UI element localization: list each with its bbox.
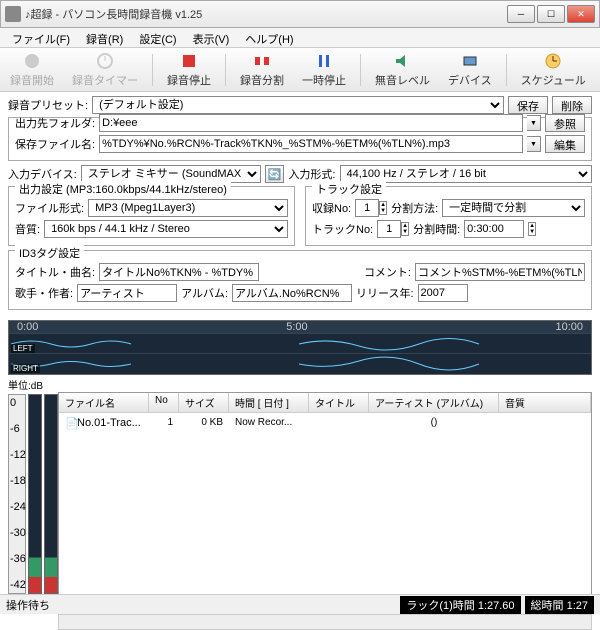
status-text: 操作待ち — [6, 597, 50, 613]
waveform-display[interactable]: 0:00 5:00 10:00 LEFT RIGHT — [8, 320, 592, 375]
id3-year-input[interactable] — [418, 284, 468, 302]
col-time[interactable]: 時間 [ 日付 ] — [229, 393, 309, 412]
col-artist[interactable]: アーティスト (アルバム) — [369, 393, 499, 412]
status-track-time: ラック(1)時間 1:27.60 — [400, 596, 520, 614]
filename-label: 保存ファイル名: — [15, 136, 95, 152]
meter-scale: 0-6-12-18-24-30-36-42 — [8, 394, 26, 594]
split-time-input[interactable] — [464, 220, 524, 238]
rec-no-input[interactable] — [355, 199, 379, 217]
toolbar: 録音開始 録音タイマー 録音停止 録音分割 一時停止 無音レベル デバイス スケ… — [0, 48, 600, 92]
edit-button[interactable]: 編集 — [545, 135, 585, 153]
browse-button[interactable]: 参照 — [545, 114, 585, 132]
split-icon — [252, 51, 272, 71]
silence-icon — [393, 51, 413, 71]
col-title[interactable]: タイトル — [309, 393, 369, 412]
id3-artist-label: 歌手・作者: — [15, 285, 73, 301]
menu-settings[interactable]: 設定(C) — [131, 28, 184, 47]
file-format-label: ファイル形式: — [15, 200, 84, 216]
close-button[interactable]: ✕ — [567, 5, 595, 23]
file-icon: 📄 — [65, 417, 77, 429]
rec-no-label: 収録No: — [312, 200, 351, 216]
split-button[interactable]: 録音分割 — [236, 49, 288, 90]
meter-bar-left — [28, 394, 42, 594]
id3-legend: ID3タグ設定 — [15, 245, 84, 261]
quality-label: 音質: — [15, 221, 40, 237]
app-icon — [5, 6, 21, 22]
title-bar: ♪超録 - パソコン長時間録音機 v1.25 ─ ☐ ✕ — [0, 0, 600, 28]
device-refresh-button[interactable]: 🔄 — [265, 165, 285, 183]
track-no-spinner[interactable]: ▲▼ — [401, 222, 409, 236]
waveform-left-icon — [9, 336, 589, 352]
maximize-button[interactable]: ☐ — [537, 5, 565, 23]
silence-button[interactable]: 無音レベル — [371, 49, 434, 90]
output-folder-input[interactable] — [99, 114, 523, 132]
file-table[interactable]: ファイル名 No サイズ 時間 [ 日付 ] タイトル アーティスト (アルバム… — [58, 392, 592, 612]
id3-album-input[interactable] — [232, 284, 352, 302]
pause-icon — [314, 51, 334, 71]
pause-button[interactable]: 一時停止 — [298, 49, 350, 90]
menu-view[interactable]: 表示(V) — [185, 28, 238, 47]
meter-bar-right — [44, 394, 58, 594]
stop-icon — [179, 51, 199, 71]
preset-select[interactable]: (デフォルト設定) — [92, 96, 504, 114]
window-title: ♪超録 - パソコン長時間録音機 v1.25 — [25, 6, 507, 22]
track-no-label: トラックNo: — [312, 221, 373, 237]
split-method-select[interactable]: 一定時間で分割 — [442, 199, 585, 217]
schedule-button[interactable]: スケジュール — [517, 49, 590, 90]
table-row[interactable]: 📄No.01-Trac... 1 0 KB Now Recor... () — [59, 413, 591, 433]
rec-no-spinner[interactable]: ▲▼ — [379, 201, 387, 215]
device-button[interactable]: デバイス — [444, 49, 496, 90]
filename-dropdown-icon[interactable]: ▼ — [527, 136, 541, 152]
status-total-time: 総時間 1:27 — [525, 596, 594, 614]
schedule-icon — [543, 51, 563, 71]
track-settings-legend: トラック設定 — [312, 181, 386, 197]
output-settings-legend: 出力設定 (MP3:160.0kbps/44.1kHz/stereo) — [15, 181, 231, 197]
track-no-input[interactable] — [377, 220, 401, 238]
col-no[interactable]: No — [149, 393, 179, 412]
quality-select[interactable]: 160k bps / 44.1 kHz / Stereo — [44, 220, 288, 238]
meter-unit-label: 単位:dB — [8, 377, 592, 392]
split-time-spinner[interactable]: ▲▼ — [528, 222, 536, 236]
input-device-label: 入力デバイス: — [8, 166, 77, 182]
input-format-label: 入力形式: — [288, 166, 335, 182]
id3-comment-input[interactable] — [415, 263, 585, 281]
level-meter: 0-6-12-18-24-30-36-42 L R — [8, 394, 58, 606]
preset-delete-button[interactable]: 削除 — [552, 96, 592, 114]
minimize-button[interactable]: ─ — [507, 5, 535, 23]
menu-record[interactable]: 録音(R) — [78, 28, 131, 47]
col-filename[interactable]: ファイル名 — [59, 393, 149, 412]
id3-title-label: タイトル・曲名: — [15, 264, 95, 280]
id3-title-input[interactable] — [99, 263, 259, 281]
rec-start-button[interactable]: 録音開始 — [6, 49, 58, 90]
channel-right-label: RIGHT — [11, 364, 40, 373]
preset-label: 録音プリセット: — [8, 97, 88, 113]
device-icon — [460, 51, 480, 71]
id3-year-label: リリース年: — [356, 285, 414, 301]
menu-help[interactable]: ヘルプ(H) — [237, 28, 301, 47]
file-format-select[interactable]: MP3 (Mpeg1Layer3) — [88, 199, 288, 217]
filename-input[interactable] — [99, 135, 523, 153]
timer-icon — [95, 51, 115, 71]
waveform-right-icon — [9, 356, 589, 372]
menu-bar: ファイル(F) 録音(R) 設定(C) 表示(V) ヘルプ(H) — [0, 28, 600, 48]
preset-save-button[interactable]: 保存 — [508, 96, 548, 114]
menu-file[interactable]: ファイル(F) — [4, 28, 78, 47]
col-quality[interactable]: 音質 — [499, 393, 591, 412]
output-folder-label: 出力先フォルダ: — [15, 115, 95, 131]
channel-left-label: LEFT — [11, 344, 35, 353]
folder-dropdown-icon[interactable]: ▼ — [527, 115, 541, 131]
horizontal-scrollbar[interactable] — [58, 614, 592, 630]
id3-artist-input[interactable] — [77, 284, 177, 302]
id3-album-label: アルバム: — [181, 285, 228, 301]
split-method-label: 分割方法: — [391, 200, 438, 216]
record-icon — [22, 51, 42, 71]
rec-timer-button[interactable]: 録音タイマー — [68, 49, 142, 90]
status-bar: 操作待ち ラック(1)時間 1:27.60 総時間 1:27 — [0, 594, 600, 614]
rec-stop-button[interactable]: 録音停止 — [163, 49, 215, 90]
split-time-label: 分割時間: — [413, 221, 460, 237]
id3-comment-label: コメント: — [364, 264, 411, 280]
col-size[interactable]: サイズ — [179, 393, 229, 412]
